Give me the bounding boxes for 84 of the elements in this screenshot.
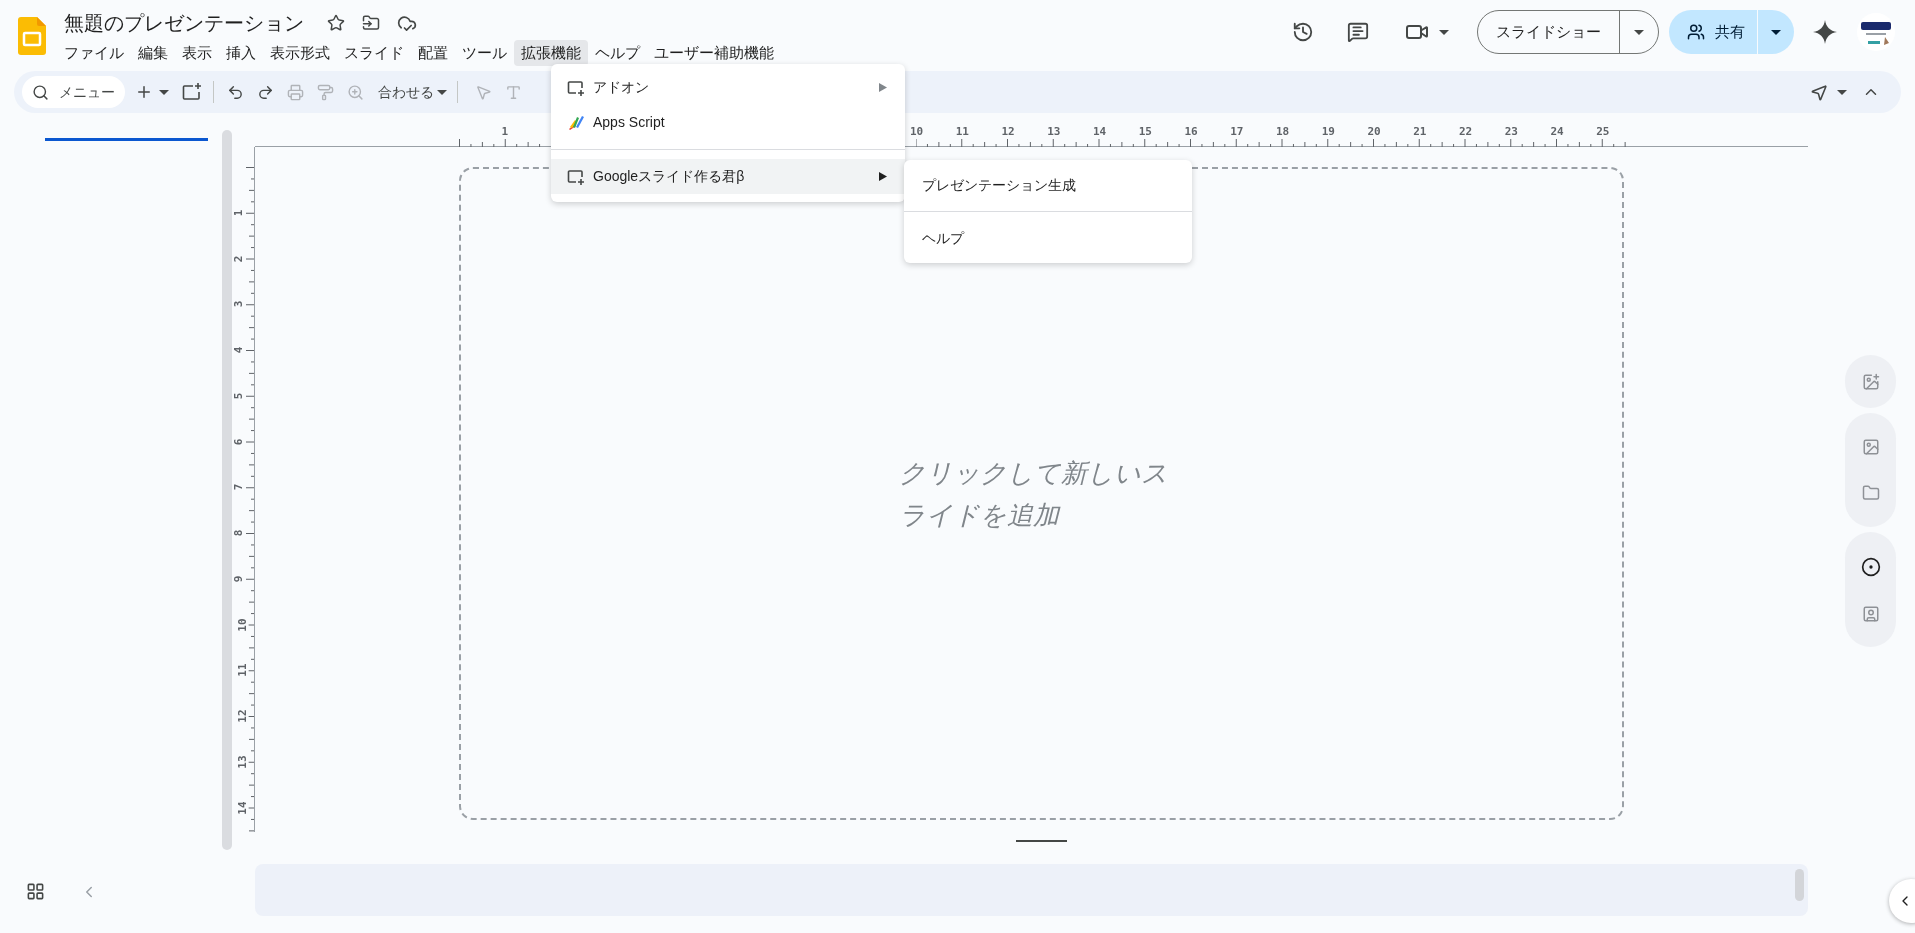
ruler-label: 25	[1595, 126, 1611, 138]
redo-icon	[256, 83, 274, 101]
caret-icon	[159, 89, 169, 95]
ruler-label: 24	[1549, 126, 1565, 138]
person-card-icon[interactable]	[1861, 604, 1880, 623]
ruler-label: 10	[908, 126, 925, 138]
scrollbar[interactable]	[1795, 869, 1804, 901]
menu-bar-item[interactable]: ファイル	[57, 40, 131, 66]
select-icon	[474, 83, 492, 101]
ruler-label: 14	[236, 800, 249, 815]
caret-icon	[1634, 29, 1644, 35]
menu-search-field[interactable]: メニュー	[22, 76, 125, 108]
ruler-label: 13	[236, 755, 249, 769]
ruler-label: 10	[236, 617, 249, 632]
ruler-label: 22	[1457, 126, 1474, 138]
ruler-label: 23	[1503, 126, 1519, 138]
comment-icon[interactable]	[1347, 21, 1369, 43]
image-plus-icon[interactable]	[1861, 372, 1880, 391]
cloud-check-icon[interactable]	[397, 13, 417, 33]
ruler-label: 16	[1183, 126, 1199, 138]
menu-item[interactable]: アドオン	[551, 70, 905, 105]
ruler-label: 21	[1412, 126, 1428, 138]
menu-bar-item[interactable]: ヘルプ	[588, 40, 647, 66]
history-icon[interactable]	[1292, 21, 1314, 43]
avatar[interactable]	[1857, 13, 1895, 51]
menu-item[interactable]: Apps Script	[551, 105, 905, 140]
menu-bar-item[interactable]: 表示形式	[263, 40, 337, 66]
ruler-label: 11	[236, 663, 249, 677]
menu-item[interactable]: Googleスライド作る君β	[551, 159, 905, 194]
caret-icon	[1837, 89, 1847, 95]
menu-bar-item[interactable]: 表示	[175, 40, 219, 66]
new-slide-icon	[182, 83, 202, 101]
fan-icon	[567, 114, 585, 131]
folder-icon[interactable]	[1861, 484, 1880, 502]
menu-item[interactable]: プレゼンテーション生成	[904, 167, 1192, 203]
ruler-label: 1	[500, 126, 510, 138]
search-icon	[32, 83, 49, 101]
ruler-label: 18	[1274, 126, 1291, 138]
ruler-label: 11	[954, 126, 970, 138]
ruler-label: 19	[1320, 126, 1336, 138]
caret-icon	[437, 89, 447, 95]
menu-bar-item[interactable]: ツール	[455, 40, 514, 66]
caret-icon	[1439, 29, 1449, 35]
paint-roller-icon	[316, 83, 334, 101]
ruler-label: 12	[236, 709, 249, 723]
record-icon[interactable]	[1860, 556, 1881, 577]
menu-bar-item[interactable]: 編集	[131, 40, 175, 66]
sparkle-icon[interactable]	[1813, 20, 1837, 44]
print-icon	[286, 83, 304, 101]
ruler-label: 13	[1046, 126, 1062, 138]
star-icon[interactable]	[327, 14, 345, 32]
caret-icon	[1771, 29, 1781, 35]
add-window-icon	[567, 79, 585, 96]
ruler-label: 15	[1137, 126, 1153, 138]
text-box-icon	[504, 83, 522, 101]
menu-bar-item[interactable]: 配置	[411, 40, 455, 66]
ruler-label: 17	[1229, 126, 1245, 138]
ruler-label: 14	[1091, 126, 1108, 138]
document-title[interactable]: 無題のプレゼンテーション	[63, 8, 305, 38]
ruler-label: 20	[1366, 126, 1382, 138]
folder-arrow-icon[interactable]	[362, 14, 380, 32]
scrollbar[interactable]	[222, 130, 232, 850]
menu-bar-item[interactable]: スライド	[337, 40, 411, 66]
zoom-in-icon	[346, 83, 364, 101]
menu-bar-item[interactable]: 挿入	[219, 40, 263, 66]
placeholder-text: クリックして新しいスライドを追加	[899, 456, 1169, 532]
plus-icon	[135, 83, 153, 101]
menu-bar-item[interactable]: ユーザー補助機能	[647, 40, 781, 66]
slideshow-button[interactable]: スライドショー	[1478, 11, 1620, 53]
zoom-dropdown[interactable]: 合わせる	[378, 77, 447, 107]
search-placeholder: メニュー	[59, 82, 115, 102]
resize-handle[interactable]	[1016, 840, 1067, 842]
menu-bar-item[interactable]: 拡張機能	[514, 40, 588, 66]
people-icon	[1687, 23, 1705, 41]
slides-logo[interactable]	[18, 17, 46, 55]
speaker-notes-field[interactable]	[255, 864, 1808, 916]
ruler-label: 12	[1000, 126, 1016, 138]
image-icon[interactable]	[1861, 438, 1880, 456]
share-button[interactable]: 共有	[1669, 10, 1758, 54]
add-window-icon	[567, 168, 585, 185]
pointer-icon	[1810, 82, 1829, 102]
grid-icon[interactable]	[26, 882, 45, 901]
menu-item[interactable]: ヘルプ	[904, 220, 1192, 256]
undo-icon	[226, 83, 244, 101]
